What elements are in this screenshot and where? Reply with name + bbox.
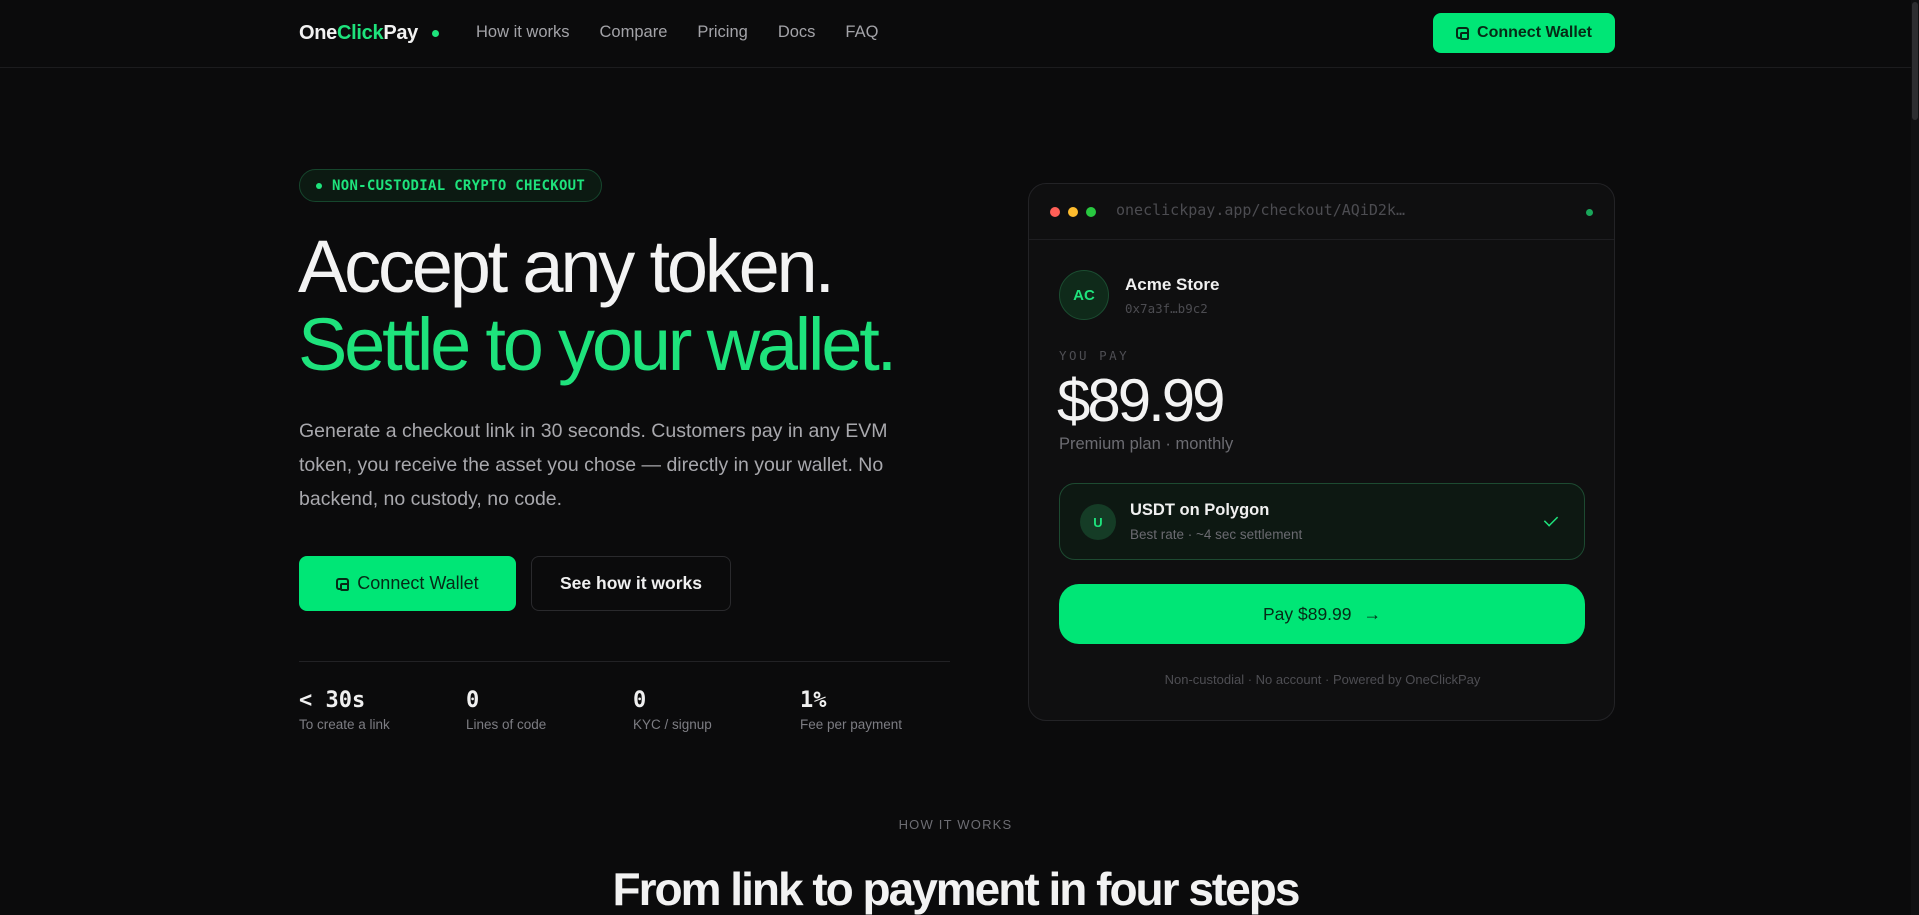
logo-dot-icon [432, 30, 439, 37]
maximize-dot-icon [1086, 207, 1096, 217]
logo-text-click: Click [337, 22, 384, 44]
payment-amount: $89.99 [1057, 367, 1226, 434]
hero-title-line1: Accept any token. [298, 225, 835, 308]
logo-text-one: One [299, 22, 337, 44]
usdt-token-icon: U [1080, 504, 1116, 540]
browser-bar: oneclickpay.app/checkout/AQiD2k… [1029, 184, 1614, 240]
nav-links: How it works Compare Pricing Docs FAQ [476, 23, 878, 42]
token-option[interactable]: U USDT on Polygon Best rate · ~4 sec set… [1059, 483, 1585, 560]
hero-title-line2: Settle to your wallet. [298, 303, 897, 386]
checkout-url: oneclickpay.app/checkout/AQiD2k… [1116, 201, 1405, 219]
check-icon [1543, 512, 1559, 527]
hero-title: Accept any token. Settle to your wallet. [298, 225, 897, 386]
hero-badge: NON-CUSTODIAL CRYPTO CHECKOUT [299, 169, 603, 202]
hero-stats: < 30s To create a link 0 Lines of code 0… [299, 688, 967, 732]
nav-link-docs[interactable]: Docs [778, 23, 816, 42]
stat-value: 1% [800, 688, 827, 713]
merchant-address: 0x7a3f…b9c2 [1125, 300, 1208, 316]
checkout-preview-card: oneclickpay.app/checkout/AQiD2k… AC Acme… [1028, 183, 1615, 721]
see-how-it-works-button[interactable]: See how it works [531, 556, 731, 611]
pay-button[interactable]: Pay $89.99 → [1059, 584, 1585, 644]
window-dots [1050, 207, 1096, 217]
how-it-works-title: From link to payment in four steps [612, 863, 1301, 915]
merchant-avatar: AC [1059, 270, 1109, 320]
page-scrollbar[interactable] [1911, 0, 1919, 915]
top-nav: OneClickPay How it works Compare Pricing… [0, 0, 1919, 68]
stat-value: < 30s [299, 688, 366, 713]
stat-label: To create a link [299, 717, 390, 732]
stat-label: Fee per payment [800, 717, 903, 732]
hero-connect-wallet-button[interactable]: Connect Wallet [299, 556, 516, 611]
wallet-icon [1456, 27, 1470, 40]
arrow-right-icon: → [1363, 603, 1382, 624]
merchant-name: Acme Store [1125, 274, 1220, 294]
token-name: USDT on Polygon [1130, 501, 1270, 519]
stat-item: 1% Fee per payment [800, 688, 967, 732]
stat-item: 0 KYC / signup [633, 688, 800, 732]
pay-button-label: Pay $89.99 [1262, 603, 1352, 624]
hero-lead: Generate a checkout link in 30 seconds. … [299, 420, 888, 510]
badge-dot-icon [316, 182, 322, 189]
scrollbar-thumb[interactable] [1912, 2, 1918, 120]
hero-badge-text: NON-CUSTODIAL CRYPTO CHECKOUT [332, 177, 586, 194]
close-dot-icon [1050, 207, 1060, 217]
merchant-info: AC Acme Store 0x7a3f…b9c2 [1059, 270, 1219, 320]
status-dot-icon [1586, 209, 1593, 216]
nav-link-faq[interactable]: FAQ [845, 23, 878, 42]
nav-connect-wallet-label: Connect Wallet [1477, 24, 1592, 41]
stats-divider [299, 661, 950, 662]
how-it-works-eyebrow: HOW IT WORKS [898, 817, 1013, 832]
stat-value: 0 [633, 688, 647, 713]
logo-text-pay: Pay [383, 22, 418, 44]
see-how-it-works-label: See how it works [560, 573, 702, 593]
plan-description: Premium plan · monthly [1059, 435, 1234, 453]
stat-label: Lines of code [466, 717, 547, 732]
nav-link-pricing[interactable]: Pricing [697, 23, 747, 42]
nav-connect-wallet-button[interactable]: Connect Wallet [1433, 13, 1615, 53]
stat-item: < 30s To create a link [299, 688, 466, 732]
stat-label: KYC / signup [633, 717, 712, 732]
nav-link-how-it-works[interactable]: How it works [476, 23, 570, 42]
logo[interactable]: OneClickPay [299, 22, 439, 45]
stat-value: 0 [466, 688, 480, 713]
stat-item: 0 Lines of code [466, 688, 633, 732]
wallet-icon [336, 577, 350, 591]
nav-link-compare[interactable]: Compare [600, 23, 668, 42]
checkout-footnote: Non-custodial · No account · Powered by … [1164, 672, 1481, 687]
hero-connect-wallet-label: Connect Wallet [357, 573, 479, 593]
you-pay-label: YOU PAY [1059, 348, 1130, 363]
token-details: Best rate · ~4 sec settlement [1130, 527, 1303, 542]
minimize-dot-icon [1068, 207, 1078, 217]
